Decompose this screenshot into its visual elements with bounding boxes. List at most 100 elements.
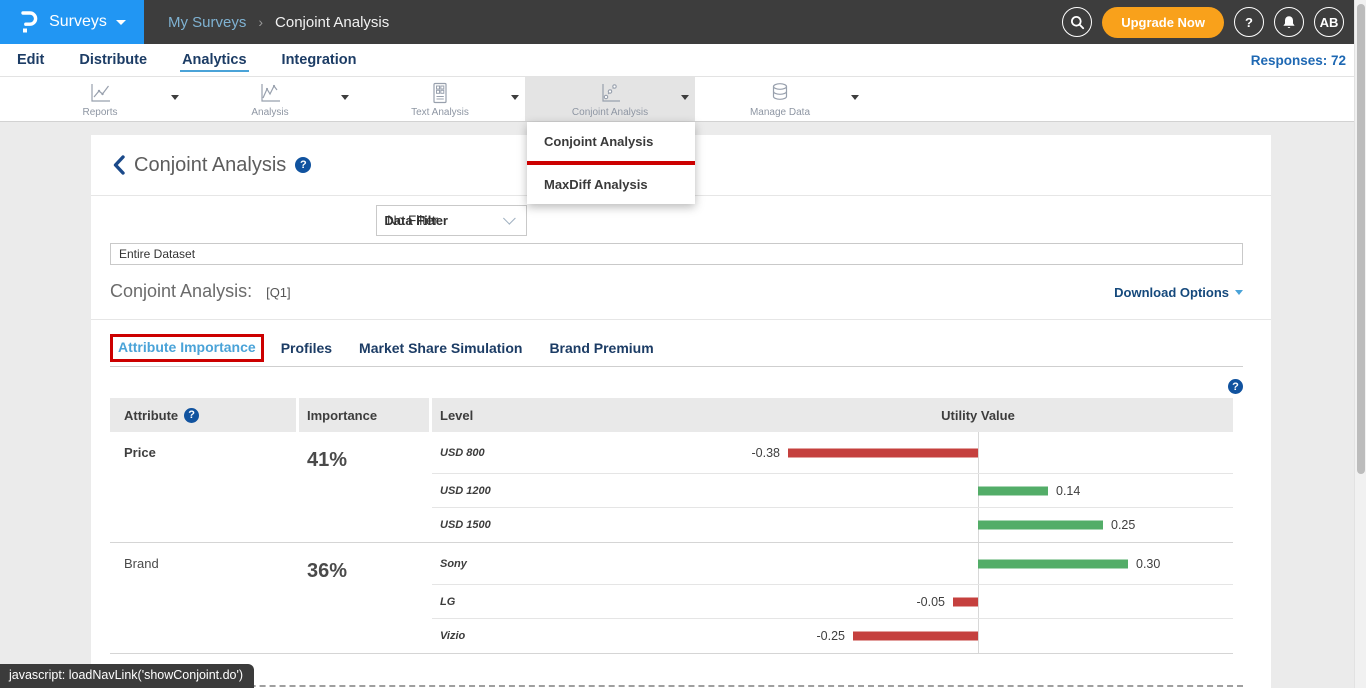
analytics-toolbar: Reports Analysis Text Analysis Conjoint …: [0, 77, 1366, 122]
breadcrumb-current: Conjoint Analysis: [275, 14, 389, 31]
avatar[interactable]: AB: [1314, 7, 1344, 37]
utility-bar: [853, 632, 978, 641]
breadcrumb-separator: ›: [258, 14, 263, 30]
questionpro-logo-icon: [18, 9, 40, 35]
chevron-down-icon: [503, 212, 516, 225]
brand-menu[interactable]: Surveys: [0, 0, 144, 44]
chevron-down-icon: [1235, 290, 1243, 295]
text-report-icon: [427, 81, 453, 106]
search-icon: [1070, 15, 1085, 30]
attribute-name: Price: [110, 432, 296, 542]
level-row: USD 1200 0.14: [432, 474, 1233, 508]
utility-value-label: 0.14: [1056, 484, 1080, 498]
notifications-button[interactable]: [1274, 7, 1304, 37]
toolbar-item-conjoint-analysis[interactable]: Conjoint Analysis: [525, 77, 695, 121]
line-chart-icon: [87, 81, 113, 106]
nav-item-analytics[interactable]: Analytics: [180, 48, 248, 72]
table-help-row: ?: [110, 379, 1243, 394]
chevron-down-icon: [116, 20, 126, 25]
toolbar-item-manage-data[interactable]: Manage Data: [695, 77, 865, 121]
help-icon[interactable]: ?: [295, 157, 311, 173]
utility-bar: [788, 448, 978, 457]
utility-bar: [953, 597, 978, 606]
question-code: [Q1]: [266, 285, 291, 300]
help-icon[interactable]: ?: [1228, 379, 1243, 394]
utility-value-label: 0.30: [1136, 557, 1160, 571]
help-button[interactable]: ?: [1234, 7, 1264, 37]
product-name: Surveys: [49, 13, 107, 31]
tab-market-share-simulation[interactable]: Market Share Simulation: [359, 340, 522, 356]
level-name: Sony: [440, 558, 467, 570]
level-name: LG: [440, 596, 455, 608]
tab-brand-premium[interactable]: Brand Premium: [549, 340, 653, 356]
level-row: Vizio-0.25: [432, 619, 1233, 653]
back-button[interactable]: [112, 155, 125, 175]
toolbar-item-reports[interactable]: Reports: [15, 77, 185, 121]
attribute-name: Brand: [110, 543, 296, 653]
nav-item-edit[interactable]: Edit: [15, 48, 46, 72]
download-options-button[interactable]: Download Options: [1114, 285, 1243, 300]
toolbar-item-text-analysis[interactable]: Text Analysis: [355, 77, 525, 121]
manage-data-dropdown-caret[interactable]: [851, 95, 859, 100]
section-header: Conjoint Analysis: [Q1] Download Options: [110, 281, 1243, 302]
scatter-chart-icon: [597, 81, 623, 106]
nav-item-integration[interactable]: Integration: [280, 48, 359, 72]
responses-count[interactable]: Responses: 72: [1251, 53, 1346, 68]
scrollbar-track[interactable]: [1354, 0, 1366, 688]
level-rows: Sony 0.30 LG-0.05Vizio-0.25: [432, 543, 1233, 653]
utility-bar: [978, 559, 1128, 568]
attribute-group: Brand36%Sony0.30LG-0.05Vizio-0.25: [110, 543, 1233, 654]
table-header: Attribute ? Importance Level Utility Val…: [110, 398, 1233, 432]
level-row: Sony 0.30: [432, 543, 1233, 585]
conjoint-dropdown-menu: Conjoint Analysis MaxDiff Analysis: [527, 122, 695, 204]
nav-item-distribute[interactable]: Distribute: [77, 48, 149, 72]
utility-value-label: -0.25: [817, 629, 846, 643]
utility-value-label: -0.38: [752, 446, 781, 460]
attribute-help-icon[interactable]: ?: [184, 408, 199, 423]
reports-dropdown-caret[interactable]: [171, 95, 179, 100]
level-row: LG-0.05: [432, 585, 1233, 619]
table-groups: Price41% USD 800 -0.38 USD 1200 0.14 USD 1500…: [110, 432, 1233, 654]
survey-nav: Edit Distribute Analytics Integration Re…: [0, 44, 1366, 77]
section-title: Conjoint Analysis:: [110, 281, 252, 302]
level-name: USD 800: [440, 447, 485, 459]
col-attribute: Attribute: [124, 408, 178, 423]
upgrade-now-button[interactable]: Upgrade Now: [1102, 7, 1224, 38]
level-row: USD 1500 0.25: [432, 508, 1233, 542]
dataset-field[interactable]: [110, 243, 1243, 265]
tabs: Attribute Importance Profiles Market Sha…: [110, 339, 1243, 367]
tab-attribute-importance[interactable]: Attribute Importance: [118, 339, 256, 355]
importance-value: 41%: [299, 432, 429, 542]
level-row: USD 800 -0.38: [432, 432, 1233, 474]
analysis-dropdown-caret[interactable]: [341, 95, 349, 100]
trend-chart-icon: [257, 81, 283, 106]
breadcrumb-my-surveys[interactable]: My Surveys: [168, 14, 246, 31]
col-utility-value: Utility Value: [941, 408, 1015, 423]
utility-bar: [978, 486, 1048, 495]
page-title: Conjoint Analysis: [134, 154, 286, 177]
status-link-tooltip: javascript: loadNavLink('showConjoint.do…: [0, 664, 254, 688]
dashed-divider: [110, 685, 1243, 687]
menu-item-conjoint-analysis[interactable]: Conjoint Analysis: [527, 122, 695, 161]
search-button[interactable]: [1062, 7, 1092, 37]
data-filter-select[interactable]: No Filter: [376, 205, 527, 236]
menu-item-maxdiff-analysis[interactable]: MaxDiff Analysis: [527, 165, 695, 204]
content-card: Conjoint Analysis ? Data Filter No Filte…: [91, 135, 1271, 688]
tab-profiles[interactable]: Profiles: [281, 340, 332, 356]
bell-icon: [1282, 15, 1296, 30]
data-filter-row: Data Filter No Filter: [91, 205, 1271, 236]
level-name: USD 1500: [440, 519, 491, 531]
attribute-importance-table: Attribute ? Importance Level Utility Val…: [110, 398, 1233, 654]
col-importance: Importance: [299, 398, 429, 432]
text-analysis-dropdown-caret[interactable]: [511, 95, 519, 100]
conjoint-dropdown-caret[interactable]: [681, 95, 689, 100]
scrollbar-thumb[interactable]: [1357, 4, 1365, 474]
breadcrumb: My Surveys › Conjoint Analysis: [168, 14, 389, 31]
database-icon: [767, 81, 793, 106]
toolbar-item-analysis[interactable]: Analysis: [185, 77, 355, 121]
data-filter-value: No Filter: [387, 213, 438, 228]
utility-value-label: 0.25: [1111, 518, 1135, 532]
level-name: USD 1200: [440, 485, 491, 497]
topbar: Surveys My Surveys › Conjoint Analysis U…: [0, 0, 1366, 44]
topbar-actions: Upgrade Now ? AB: [1062, 7, 1366, 38]
